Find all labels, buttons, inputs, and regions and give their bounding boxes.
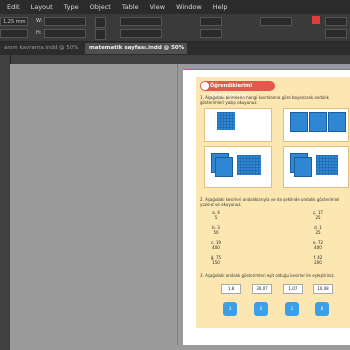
menu-object[interactable]: Object [90,3,111,11]
q1-box-d [283,146,349,188]
rotate-icon[interactable] [95,17,106,28]
tab-label: anım kavrama.indd @ 50% [4,45,79,51]
q1-block-d2 [294,157,312,177]
section-title-icon [201,82,209,90]
swatch-red-icon[interactable] [312,16,320,24]
match-card-3-icon: 1 [285,302,299,316]
menu-layout[interactable]: Layout [31,3,53,11]
question-2-text: 2. Aşağıdaki kesirleri ondalıklarıyla ve… [200,197,340,207]
menu-window[interactable]: Window [176,3,202,11]
w-field[interactable] [44,17,86,26]
h-label-icon: H: [36,30,42,36]
q1-box-c [204,146,272,188]
fraction-a: a. 45 [212,210,220,220]
tab-matematik-sayfasi[interactable]: matematik sayfası.indd @ 50% [85,43,187,54]
tab-label: matematik sayfası.indd @ 50% [89,45,185,51]
q1-block-b3 [328,112,346,132]
stroke-weight-field[interactable] [260,17,292,26]
stroke-icon[interactable] [200,29,222,38]
effects-field[interactable] [325,17,347,26]
match-card-2-icon: 6 [254,302,268,316]
tab-anim-kavrama[interactable]: anım kavrama.indd @ 50% [0,43,86,54]
answer-box-3: 1,07 [283,284,303,294]
fraction-f: f. 42 200 [313,255,323,265]
height-field[interactable] [0,29,28,38]
menu-help[interactable]: Help [213,3,228,11]
answer-box-1: 1,8 [221,284,241,294]
q1-grid-d [316,155,338,175]
fraction-d: d. 1 25 [314,225,322,235]
document-tabs: anım kavrama.indd @ 50% matematik sayfas… [0,42,350,55]
q1-block-b2 [309,112,327,132]
answer-box-2: 30,07 [252,284,272,294]
question-1-text: 1. Aşağıdaki birimlerin hangi kısımların… [200,95,329,105]
answer-box-4: 10,08 [313,284,333,294]
section-title: Öğrendiklerimi Uyguluyorum [200,81,275,99]
question-3-text: 3. Aşağıdaki ondalık gösterimleri eşit o… [200,273,335,278]
fraction-e: e. 72 400 [312,240,324,250]
q1-box-b [283,108,349,142]
q1-box-a [204,108,272,142]
shear-field[interactable] [120,29,162,38]
menu-type[interactable]: Type [64,3,79,11]
h-field[interactable] [44,29,86,38]
page-top-guide [183,69,350,70]
shear-icon[interactable] [95,29,106,40]
menu-view[interactable]: View [150,3,165,11]
fill-icon[interactable] [200,17,222,26]
fraction-c-cedilla: ç. 17 25 [313,210,323,220]
menu-table[interactable]: Table [122,3,139,11]
menu-bar: Edit Layout Type Object Table View Windo… [0,0,350,14]
fraction-b: b. 3 50 [212,225,220,235]
width-field-value: 1,25 mm [3,19,26,25]
menu-edit[interactable]: Edit [7,3,20,11]
q1-grid-c [237,155,261,175]
width-field[interactable]: 1,25 mm [0,17,28,26]
fraction-c: c. 19 400 [211,240,221,250]
rotate-field[interactable] [120,17,162,26]
q1-grid-a1 [217,112,235,130]
opacity-field[interactable] [325,29,347,38]
fraction-g-breve: ğ. 75 150 [210,255,222,265]
match-card-4-icon: 8 [315,302,329,316]
control-panel: 1,25 mm W: H: [0,14,350,42]
page-bleed-guide [177,64,178,345]
match-card-1-icon: 3 [223,302,237,316]
w-label-icon: W: [36,18,43,24]
q1-block-b1 [290,112,308,132]
q1-block-c2 [215,157,233,177]
